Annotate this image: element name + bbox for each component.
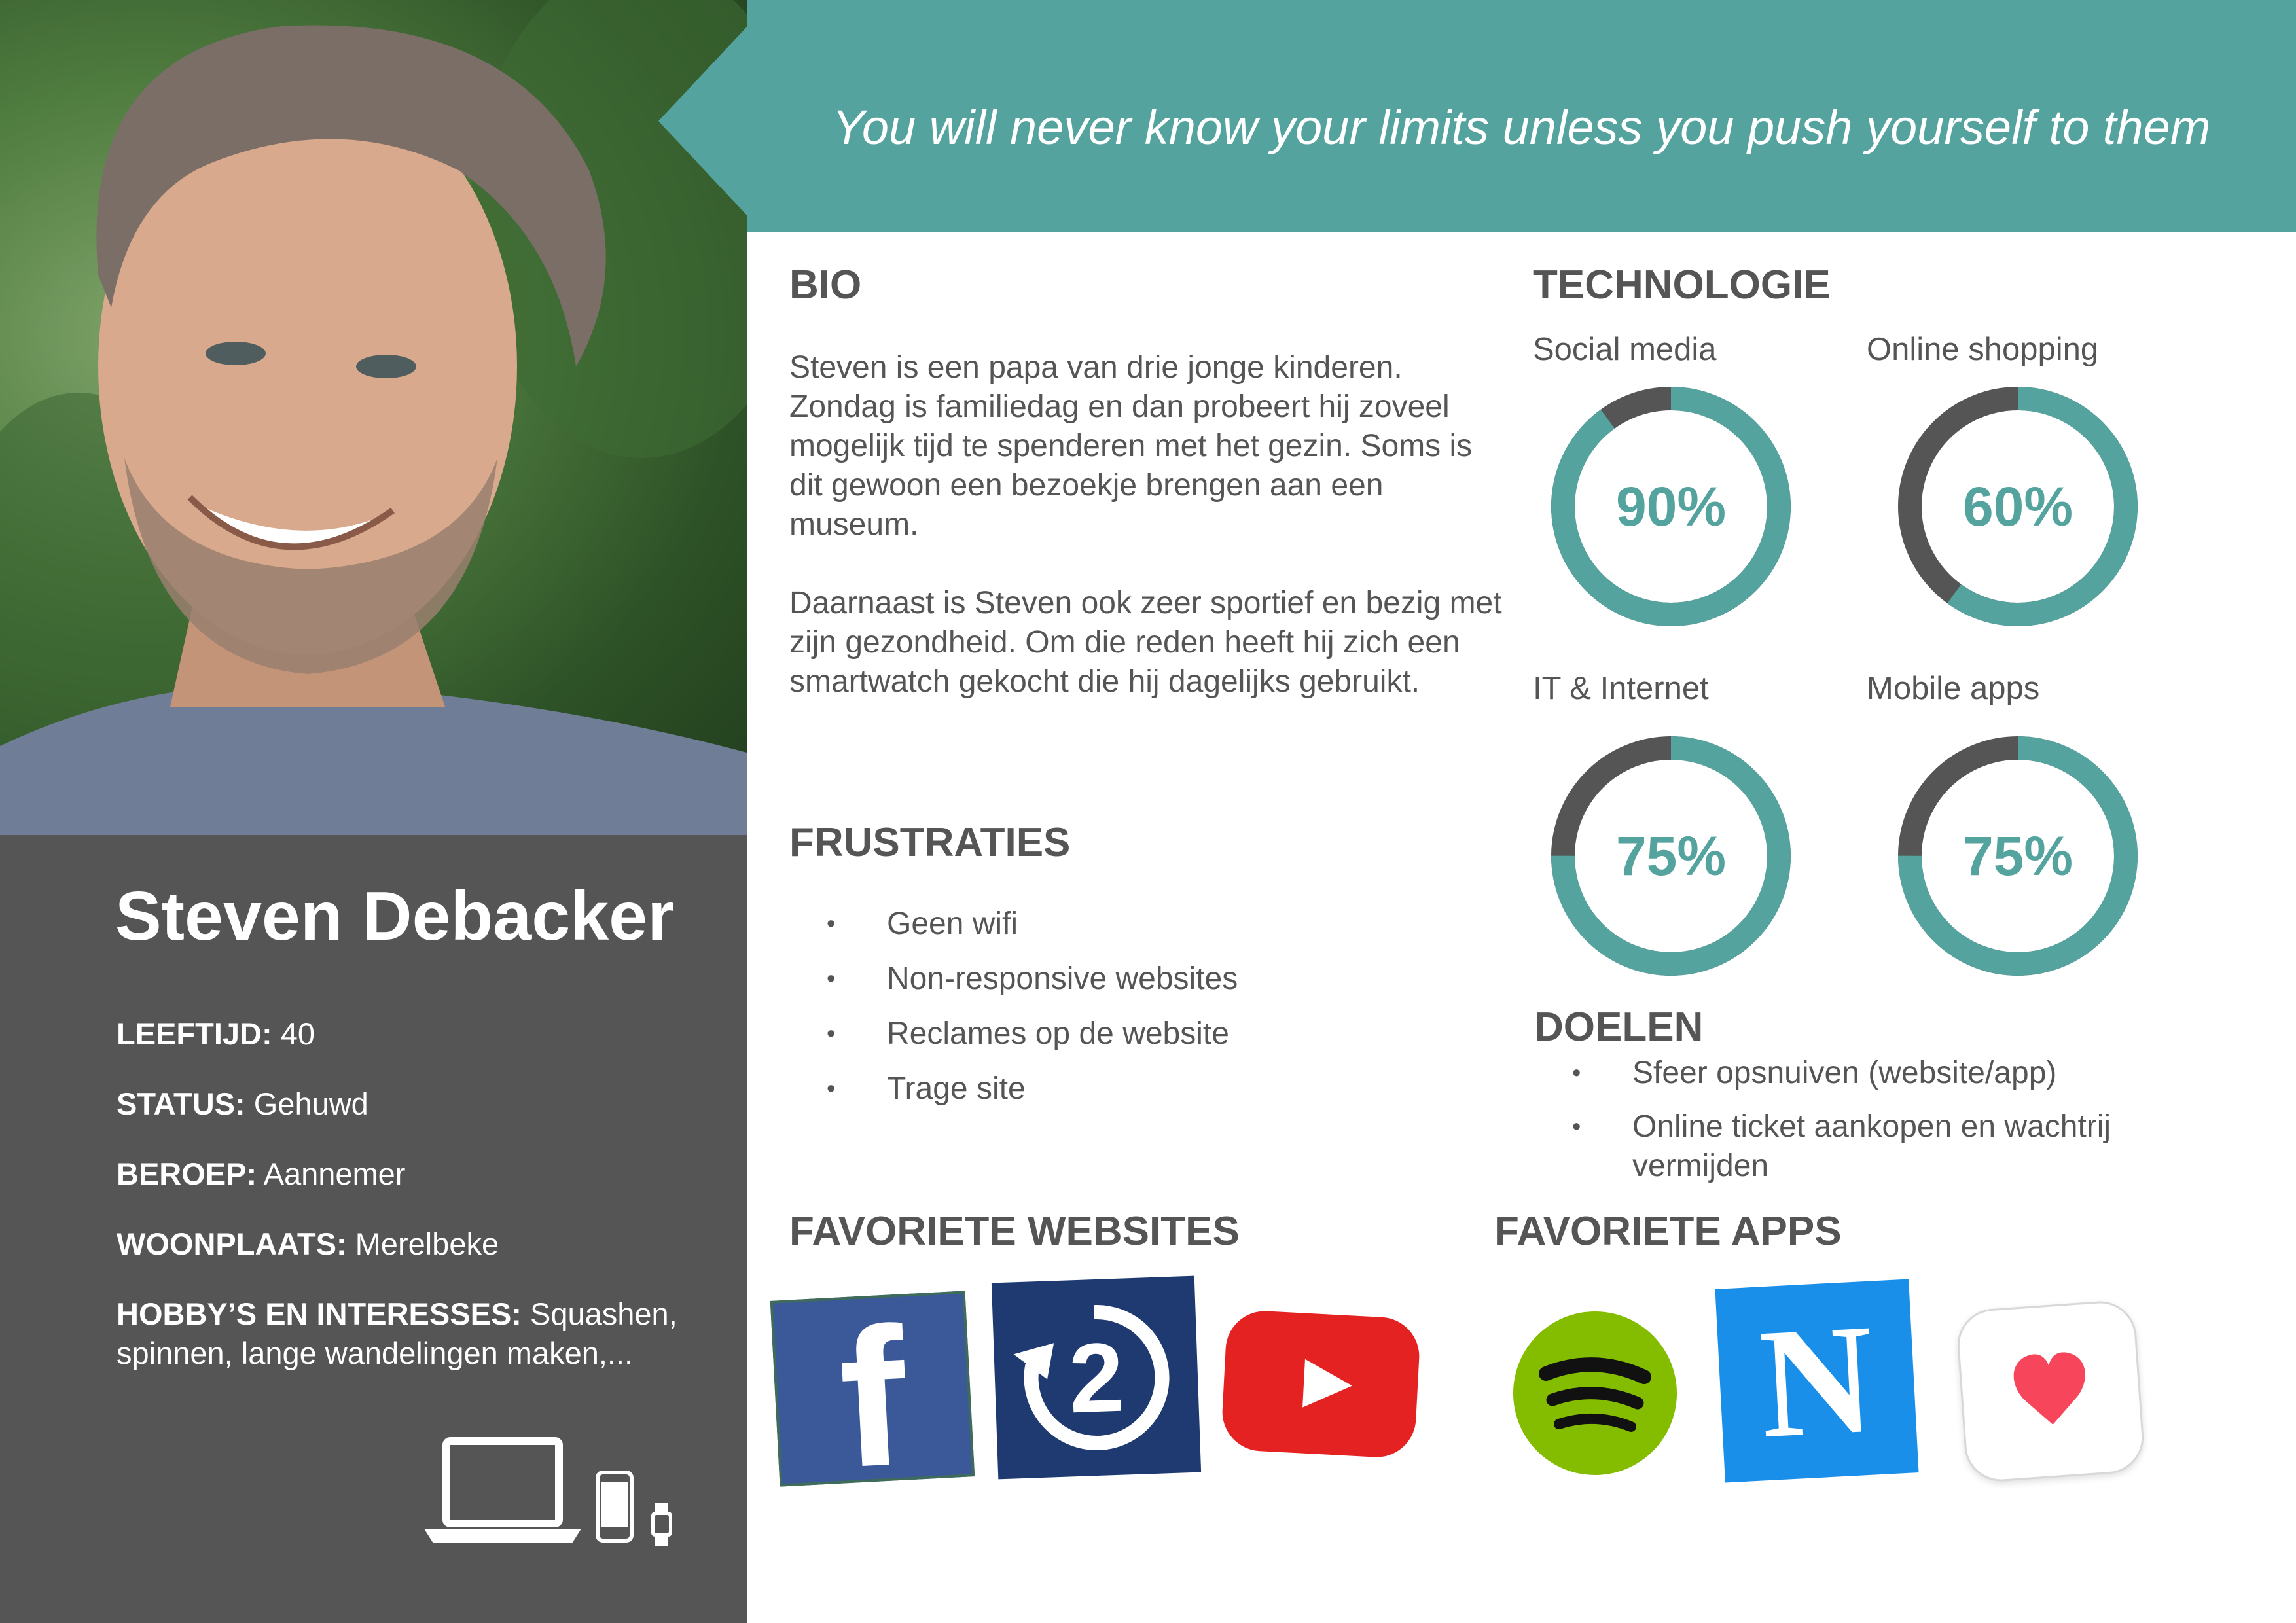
fact-label: BEROEP: [117, 1156, 257, 1191]
smartphone-icon [596, 1471, 634, 1543]
fact-woonplaats: WOONPLAATS: Merelbeke [117, 1224, 706, 1264]
gauge-mobile-apps: 75% [1893, 732, 2142, 980]
favoriete-apps-heading: FAVORIETE APPS [1494, 1209, 1842, 1254]
bullet: • [827, 1020, 836, 1048]
list-item: • Online ticket aankopen en wachtrij verm… [1572, 1107, 2195, 1186]
tech-label-online-shopping: Online shopping [1867, 332, 2099, 367]
doelen-list: • Sfeer opsnuiven (website/app) • Online t… [1572, 1054, 2195, 1186]
2dehands-glyph: 2 [1067, 1321, 1126, 1433]
health-heart-icon[interactable] [1955, 1298, 2146, 1484]
bullet: • [1572, 1113, 1581, 1141]
spotify-icon[interactable] [1513, 1311, 1677, 1475]
bio-heading: BIO [789, 262, 862, 308]
bullet: • [827, 965, 836, 993]
2dehands-icon[interactable]: 2 [991, 1275, 1202, 1480]
list-item-text: Sfeer opsnuiven (website/app) [1632, 1056, 2057, 1090]
smartwatch-icon [651, 1503, 672, 1546]
list-item-text: Geen wifi [887, 906, 1018, 941]
persona-photo [0, 0, 747, 835]
list-item-text: Reclames op de website [887, 1016, 1229, 1051]
favoriete-websites-heading: FAVORIETE WEBSITES [789, 1209, 1240, 1254]
fact-value: 40 [280, 1016, 315, 1051]
bio-paragraph-1: Steven is een papa van drie jonge kinder… [789, 350, 1473, 542]
fact-value: Merelbeke [355, 1226, 499, 1261]
fact-label: STATUS: [117, 1086, 245, 1121]
bullet: • [827, 910, 836, 938]
tech-label-mobile-apps: Mobile apps [1867, 671, 2040, 706]
heart-icon [2013, 1352, 2085, 1425]
youtube-icon[interactable] [1220, 1309, 1422, 1459]
list-item: • Reclames op de website [827, 1014, 1238, 1054]
doelen-heading: DOELEN [1534, 1005, 1704, 1050]
bullet: • [1572, 1060, 1581, 1087]
fact-beroep: BEROEP: Aannemer [117, 1154, 706, 1194]
bio-paragraph-2: Daarnaast is Steven ook zeer sportief en… [789, 586, 1502, 699]
quote-text: You will never know your limits unless y… [832, 100, 2211, 154]
frustraties-list: • Geen wifi • Non-responsive websites • Rec… [827, 904, 1238, 1109]
list-item: • Geen wifi [827, 904, 1238, 944]
list-item-text: Non-responsive websites [887, 961, 1238, 996]
gauge-value: 90% [1615, 475, 1727, 537]
frustraties-heading: FRUSTRATIES [789, 820, 1071, 865]
fact-hobbys: HOBBY’S EN INTERESSES: Squashen, spinnen… [117, 1294, 706, 1373]
gauge-online-shopping: 60% [1893, 382, 2142, 631]
nieuwsblad-glyph: N [1755, 1291, 1878, 1471]
technologie-heading: TECHNOLOGIE [1533, 262, 1831, 308]
list-item: • Trage site [827, 1069, 1238, 1109]
facebook-icon[interactable]: f [770, 1291, 975, 1487]
persona-name: Steven Debacker [115, 878, 675, 955]
play-icon [1302, 1359, 1352, 1408]
facebook-glyph: f [834, 1293, 912, 1484]
gauge-it-internet: 75% [1547, 732, 1795, 980]
gauge-value: 60% [1962, 475, 2073, 537]
fact-leeftijd: LEEFTIJD: 40 [117, 1014, 706, 1054]
nieuwsblad-icon[interactable]: N [1715, 1279, 1919, 1483]
list-item: • Sfeer opsnuiven (website/app) [1572, 1054, 2195, 1093]
list-item: • Non-responsive websites [827, 959, 1238, 999]
fact-value: Aannemer [263, 1156, 406, 1191]
list-item-text: Trage site [887, 1071, 1026, 1106]
quote-banner-notch [658, 26, 747, 216]
bullet: • [827, 1075, 836, 1103]
fact-status: STATUS: Gehuwd [117, 1084, 706, 1124]
portrait-illustration [0, 0, 747, 835]
tech-label-it-internet: IT & Internet [1533, 671, 1709, 706]
list-item-text: Online ticket aankopen en wachtrij vermi… [1632, 1109, 2111, 1183]
fact-label: HOBBY’S EN INTERESSES: [117, 1296, 522, 1331]
fact-label: LEEFTIJD: [117, 1016, 272, 1051]
spotify-waves-icon [1539, 1357, 1651, 1432]
gauge-value: 75% [1615, 825, 1727, 887]
laptop-icon [424, 1437, 581, 1543]
gauge-value: 75% [1962, 825, 2073, 887]
tech-label-social-media: Social media [1533, 332, 1717, 367]
fact-label: WOONPLAATS: [117, 1226, 347, 1261]
fact-value: Gehuwd [253, 1086, 368, 1121]
gauge-social-media: 90% [1547, 382, 1795, 631]
